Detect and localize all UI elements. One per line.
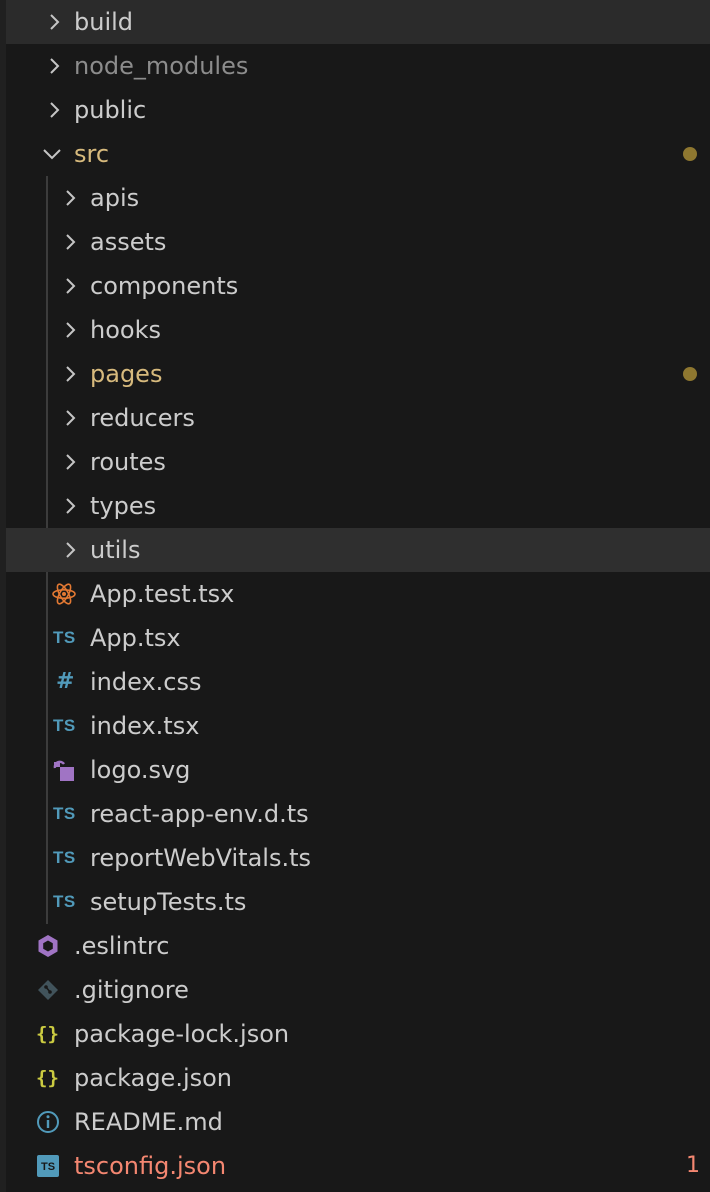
tree-item-tsconfig-json[interactable]: TS tsconfig.json 1 (6, 1144, 710, 1188)
chevron-right-icon (60, 232, 80, 252)
chevron-right-icon (60, 188, 80, 208)
tree-item-label: README.md (74, 1108, 223, 1136)
tree-item-src[interactable]: src (6, 132, 710, 176)
tree-item-label: routes (90, 448, 166, 476)
tree-item-label: public (74, 96, 147, 124)
tree-item-eslintrc[interactable]: .eslintrc (6, 924, 710, 968)
tree-item-build[interactable]: build (6, 0, 710, 44)
tree-item-label: package-lock.json (74, 1020, 290, 1048)
chevron-right-icon (60, 408, 80, 428)
chevron-right-icon (60, 364, 80, 384)
tree-item-label: App.tsx (90, 624, 181, 652)
typescript-icon: TS (53, 628, 76, 647)
tree-item-label: react-app-env.d.ts (90, 800, 309, 828)
tree-item-label: logo.svg (90, 756, 191, 784)
tree-item-label: build (74, 8, 134, 36)
chevron-right-icon (44, 100, 64, 120)
tree-item-routes[interactable]: routes (6, 440, 710, 484)
modified-dot-icon (683, 147, 697, 161)
json-braces-icon: {} (36, 1023, 59, 1045)
svg-image-icon (52, 758, 76, 782)
tree-item-label: App.test.tsx (90, 580, 235, 608)
tree-item-index-tsx[interactable]: TS index.tsx (6, 704, 710, 748)
chevron-right-icon (60, 496, 80, 516)
tsconfig-icon: TS (36, 1154, 60, 1178)
chevron-right-icon (44, 56, 64, 76)
chevron-right-icon (60, 540, 80, 560)
tsconfig-icon-text: TS (40, 1161, 56, 1173)
tree-item-label: assets (90, 228, 167, 256)
chevron-right-icon (44, 12, 64, 32)
tree-item-logo-svg[interactable]: logo.svg (6, 748, 710, 792)
git-icon (36, 978, 60, 1002)
tree-item-label: types (90, 492, 157, 520)
tree-item-components[interactable]: components (6, 264, 710, 308)
typescript-icon: TS (53, 804, 76, 823)
tree-item-gitignore[interactable]: .gitignore (6, 968, 710, 1012)
chevron-right-icon (60, 276, 80, 296)
tree-item-pages[interactable]: pages (6, 352, 710, 396)
tree-item-label: tsconfig.json (74, 1152, 227, 1180)
css-hash-icon: # (56, 669, 75, 694)
typescript-icon: TS (53, 848, 76, 867)
tree-item-label: reducers (90, 404, 195, 432)
tree-item-node-modules[interactable]: node_modules (6, 44, 710, 88)
modified-dot-icon (683, 367, 697, 381)
tree-item-public[interactable]: public (6, 88, 710, 132)
eslint-icon (36, 934, 60, 958)
problem-count-badge: 1 (686, 1153, 700, 1178)
tree-item-package-lock-json[interactable]: {} package-lock.json (6, 1012, 710, 1056)
tree-item-label: package.json (74, 1064, 233, 1092)
tree-item-label: apis (90, 184, 140, 212)
tree-item-setup-tests[interactable]: TS setupTests.ts (6, 880, 710, 924)
tree-item-label: src (74, 140, 110, 168)
chevron-down-icon (42, 144, 62, 164)
tree-item-react-app-env[interactable]: TS react-app-env.d.ts (6, 792, 710, 836)
tree-item-label: index.css (90, 668, 202, 696)
chevron-right-icon (60, 320, 80, 340)
react-icon (52, 582, 76, 606)
tree-item-assets[interactable]: assets (6, 220, 710, 264)
tree-item-apis[interactable]: apis (6, 176, 710, 220)
tree-item-label: utils (90, 536, 141, 564)
chevron-right-icon (60, 452, 80, 472)
tree-item-reducers[interactable]: reducers (6, 396, 710, 440)
tree-item-label: setupTests.ts (90, 888, 247, 916)
tree-item-label: .eslintrc (74, 932, 170, 960)
tree-item-hooks[interactable]: hooks (6, 308, 710, 352)
tree-item-types[interactable]: types (6, 484, 710, 528)
tree-item-readme-md[interactable]: README.md (6, 1100, 710, 1144)
tree-item-label: index.tsx (90, 712, 200, 740)
info-icon (36, 1110, 60, 1134)
tree-item-label: hooks (90, 316, 161, 344)
file-explorer: build node_modules public src apis asset (0, 0, 710, 1192)
tree-item-utils[interactable]: utils (6, 528, 710, 572)
tree-item-app-tsx[interactable]: TS App.tsx (6, 616, 710, 660)
tree-item-index-css[interactable]: # index.css (6, 660, 710, 704)
json-braces-icon: {} (36, 1067, 59, 1089)
typescript-icon: TS (53, 892, 76, 911)
tree-item-label: .gitignore (74, 976, 189, 1004)
tree-item-report-web-vitals[interactable]: TS reportWebVitals.ts (6, 836, 710, 880)
tree-item-label: pages (90, 360, 163, 388)
tree-item-app-test-tsx[interactable]: App.test.tsx (6, 572, 710, 616)
tree-item-label: node_modules (74, 52, 249, 80)
tree-item-package-json[interactable]: {} package.json (6, 1056, 710, 1100)
tree-item-label: reportWebVitals.ts (90, 844, 312, 872)
typescript-icon: TS (53, 716, 76, 735)
tree-item-label: components (90, 272, 239, 300)
